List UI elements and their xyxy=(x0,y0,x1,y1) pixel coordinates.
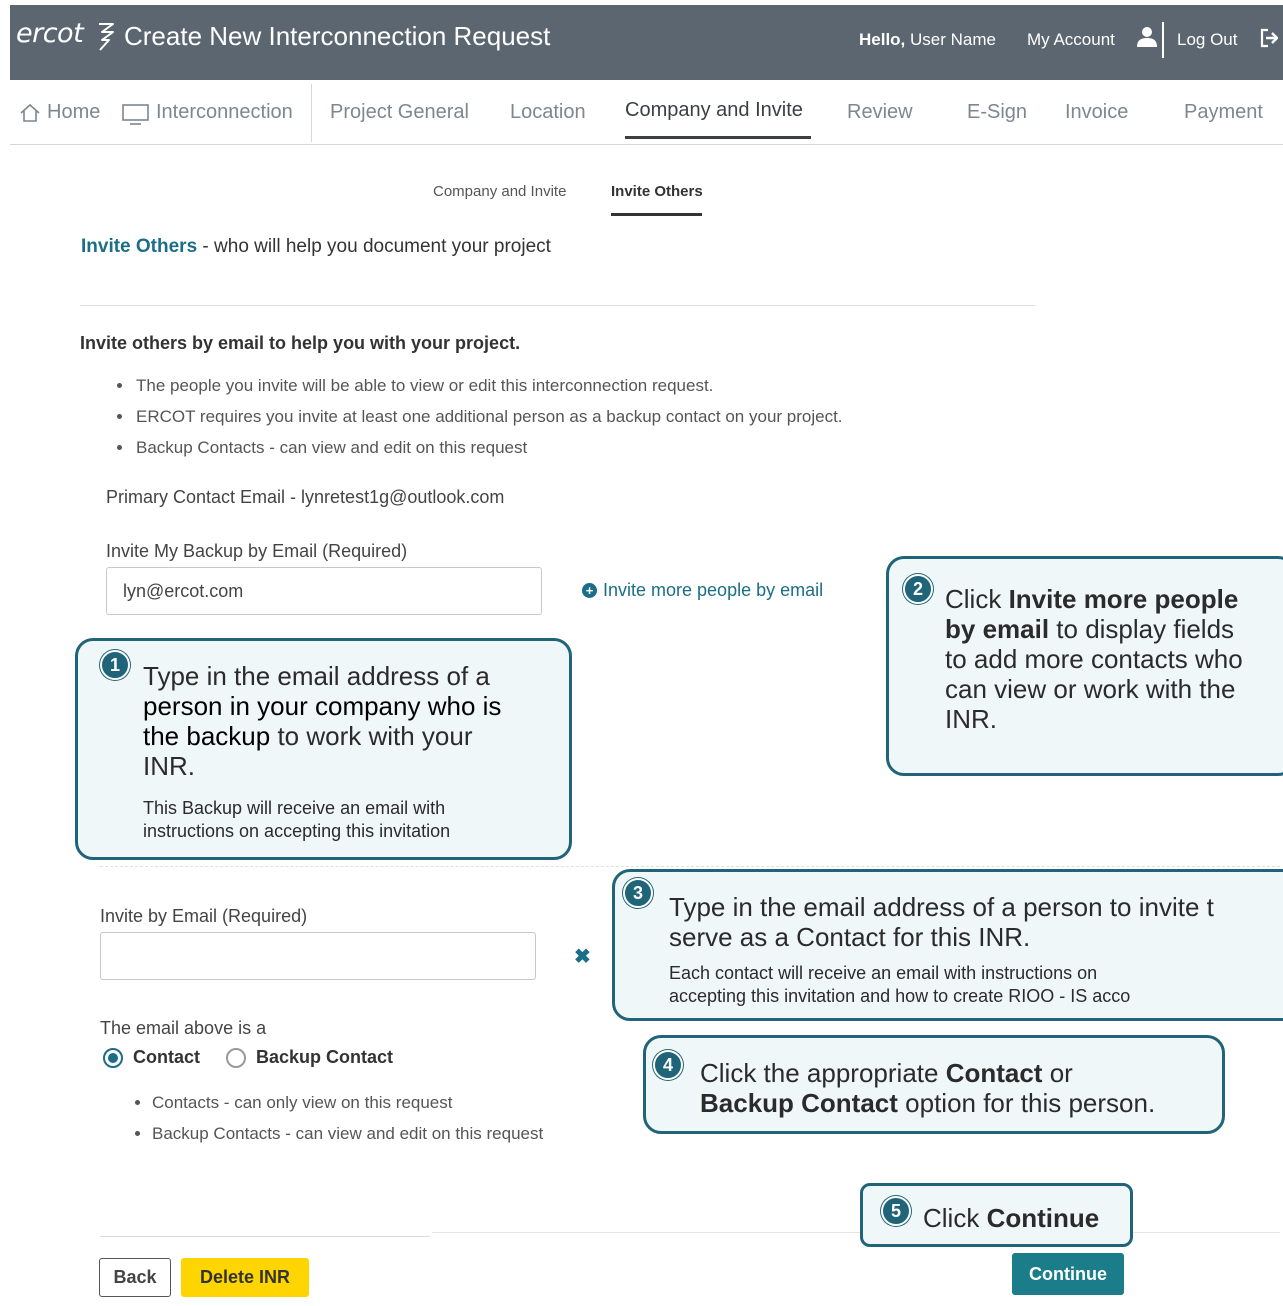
invite-more-label: Invite more people by email xyxy=(603,580,824,600)
backup-email-label: Invite My Backup by Email (Required) xyxy=(106,541,408,561)
nav-tab-project-general[interactable]: Project General xyxy=(330,101,469,124)
nav-tab-location[interactable]: Location xyxy=(510,101,586,124)
header-divider xyxy=(1162,22,1164,58)
invite-email-label: Invite by Email (Required) xyxy=(100,906,308,926)
list-item: Contacts - can only view on this request xyxy=(152,1087,543,1118)
subtab-active-underline xyxy=(611,213,702,216)
greeting: Hello, User Name xyxy=(859,30,996,49)
remove-invite-icon[interactable]: ✖ xyxy=(574,944,591,969)
step-2-badge: 2 xyxy=(903,574,933,604)
list-item: ERCOT requires you invite at least one a… xyxy=(134,401,843,432)
section-divider xyxy=(80,305,1035,306)
primary-contact-email: Primary Contact Email - lynretest1g@outl… xyxy=(106,487,505,507)
section-title: Invite Others - who will help you docume… xyxy=(81,236,551,257)
radio-backup-contact-circle[interactable] xyxy=(226,1047,246,1068)
radio-backup-contact[interactable]: Backup Contact xyxy=(226,1047,393,1068)
callout-1-subtext: This Backup will receive an email with i… xyxy=(143,798,451,841)
backup-email-input[interactable] xyxy=(106,567,542,615)
step-4-badge: 4 xyxy=(653,1050,683,1080)
nav-home[interactable]: Home xyxy=(47,101,100,124)
footer-divider-right xyxy=(432,1232,1280,1233)
callout-3: Type in the email address of a person to… xyxy=(612,869,1283,1021)
invite-email-input[interactable] xyxy=(100,932,536,980)
intro-bullets: The people you invite will be able to vi… xyxy=(116,370,843,463)
ercot-logo-icon xyxy=(99,23,114,51)
callout-2-text: Click Invite more people by email to dis… xyxy=(945,584,1243,734)
log-out-icon[interactable] xyxy=(1260,28,1278,48)
footer-divider-left xyxy=(100,1236,430,1237)
nav-tab-invoice[interactable]: Invoice xyxy=(1065,101,1128,124)
invite-more-link[interactable]: + Invite more people by email xyxy=(582,580,823,601)
nav-tab-review[interactable]: Review xyxy=(847,101,913,124)
nav-tab-company-and-invite[interactable]: Company and Invite xyxy=(625,99,803,122)
callout-3-subtext: Each contact will receive an email with … xyxy=(669,963,1131,1006)
list-item: Backup Contacts - can view and edit on t… xyxy=(134,432,843,463)
callout-4: Click the appropriate Contact or Backup … xyxy=(643,1035,1225,1134)
monitor-icon[interactable] xyxy=(121,103,150,125)
callout-3-text: Type in the email address of a person to… xyxy=(669,892,1214,952)
callout-4-text: Click the appropriate Contact or Backup … xyxy=(700,1058,1156,1118)
subtab-company-and-invite[interactable]: Company and Invite xyxy=(433,183,566,200)
list-item: Backup Contacts - can view and edit on t… xyxy=(152,1118,543,1149)
plus-circle-icon: + xyxy=(582,583,597,598)
radio-contact[interactable]: Contact xyxy=(103,1047,200,1068)
email-type-bullets: Contacts - can only view on this request… xyxy=(134,1087,543,1149)
back-button[interactable]: Back xyxy=(99,1258,171,1297)
nav-active-underline xyxy=(625,136,811,139)
step-3-badge: 3 xyxy=(623,878,653,908)
nav-tab-payment[interactable]: Payment xyxy=(1184,101,1263,124)
radio-contact-circle[interactable] xyxy=(103,1047,123,1068)
user-name: User Name xyxy=(910,30,996,49)
email-type-radio-group: Contact Backup Contact xyxy=(103,1047,393,1068)
radio-backup-contact-label: Backup Contact xyxy=(256,1047,394,1067)
home-icon[interactable] xyxy=(19,103,41,123)
continue-button[interactable]: Continue xyxy=(1012,1253,1124,1295)
list-item: The people you invite will be able to vi… xyxy=(134,370,843,401)
intro-heading: Invite others by email to help you with … xyxy=(80,333,521,353)
delete-inr-button[interactable]: Delete INR xyxy=(181,1258,309,1297)
email-type-label: The email above is a xyxy=(100,1018,267,1038)
subtab-invite-others[interactable]: Invite Others xyxy=(611,183,703,200)
step-1-badge: 1 xyxy=(100,650,130,680)
nav-interconnection[interactable]: Interconnection xyxy=(156,101,293,124)
log-out-link[interactable]: Log Out xyxy=(1177,30,1238,50)
nav-tab-e-sign[interactable]: E-Sign xyxy=(967,101,1027,124)
user-icon[interactable] xyxy=(1136,26,1158,48)
callout-1-text: Type in the email address of a person in… xyxy=(143,661,502,781)
my-account-link[interactable]: My Account xyxy=(1027,30,1115,50)
step-5-badge: 5 xyxy=(881,1196,911,1226)
dashed-divider xyxy=(100,866,1280,867)
nav-separator xyxy=(311,84,312,142)
ercot-logo[interactable]: ercot xyxy=(16,18,84,49)
callout-2: Click Invite more people by email to dis… xyxy=(886,556,1283,776)
radio-contact-label: Contact xyxy=(133,1047,200,1067)
callout-1: Type in the email address of a person in… xyxy=(75,638,572,860)
callout-5-text: Click Continue xyxy=(923,1203,1100,1233)
app-title: Create New Interconnection Request xyxy=(124,21,551,51)
